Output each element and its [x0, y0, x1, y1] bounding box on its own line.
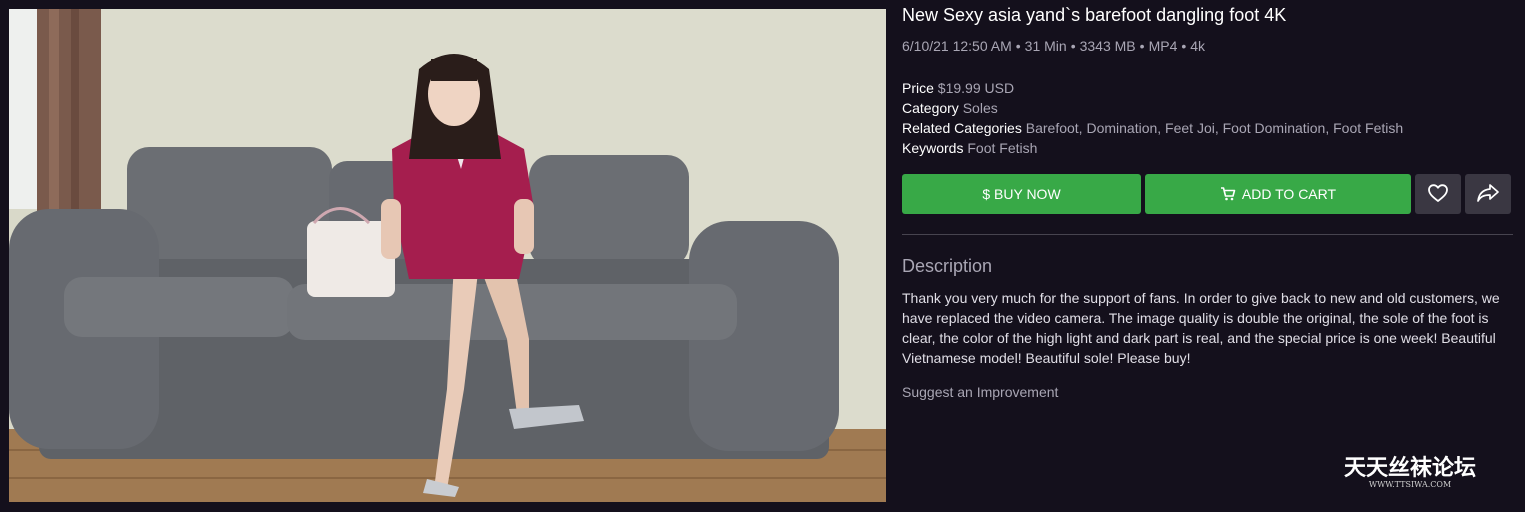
price-row: Price $19.99 USD [902, 78, 1403, 98]
buy-now-button[interactable]: $ BUY NOW [902, 174, 1141, 214]
product-preview-image[interactable] [9, 9, 886, 502]
meta-size: 3343 MB [1079, 38, 1136, 54]
meta-date: 6/10/21 12:50 AM [902, 38, 1012, 54]
category-value[interactable]: Soles [963, 100, 998, 116]
meta-format: MP4 [1148, 38, 1178, 54]
share-icon [1476, 183, 1500, 206]
keywords-value[interactable]: Foot Fetish [967, 140, 1037, 156]
meta-quality: 4k [1190, 38, 1206, 54]
product-title: New Sexy asia yand`s barefoot dangling f… [902, 5, 1287, 25]
related-categories-label: Related Categories [902, 120, 1022, 136]
watermark: 天天丝袜论坛 WWW.TTSIWA.COM [1330, 450, 1490, 489]
meta-separator: • [1139, 38, 1145, 54]
watermark-text: 天天丝袜论坛 [1343, 455, 1476, 481]
price-label: Price [902, 80, 934, 96]
meta-separator: • [1015, 38, 1021, 54]
keywords-row: Keywords Foot Fetish [902, 138, 1403, 158]
cart-icon [1220, 187, 1236, 201]
meta-separator: • [1070, 38, 1076, 54]
product-page: New Sexy asia yand`s barefoot dangling f… [0, 0, 1525, 512]
suggest-improvement-link[interactable]: Suggest an Improvement [902, 384, 1058, 400]
related-categories-row: Related Categories Barefoot, Domination,… [902, 118, 1403, 138]
share-button[interactable] [1465, 174, 1511, 214]
category-row: Category Soles [902, 98, 1403, 118]
heart-icon [1427, 183, 1449, 206]
buy-now-label: $ BUY NOW [982, 186, 1061, 202]
favorite-button[interactable] [1415, 174, 1461, 214]
product-details: Price $19.99 USD Category Soles Related … [902, 78, 1403, 158]
category-label: Category [902, 100, 959, 116]
keywords-label: Keywords [902, 140, 964, 156]
meta-duration: 31 Min [1024, 38, 1067, 54]
product-meta: 6/10/21 12:50 AM • 31 Min • 3343 MB • MP4 • 4k [902, 38, 1205, 54]
description-heading: Description [902, 256, 993, 276]
description-text: Thank you very much for the support of f… [902, 290, 1500, 366]
add-to-cart-label: ADD TO CART [1241, 186, 1337, 202]
section-divider [902, 234, 1513, 235]
meta-separator: • [1181, 38, 1187, 54]
related-categories-value[interactable]: Barefoot, Domination, Feet Joi, Foot Dom… [1026, 120, 1403, 136]
price-value: $19.99 USD [937, 80, 1015, 96]
add-to-cart-button[interactable]: ADD TO CART [1145, 174, 1411, 214]
